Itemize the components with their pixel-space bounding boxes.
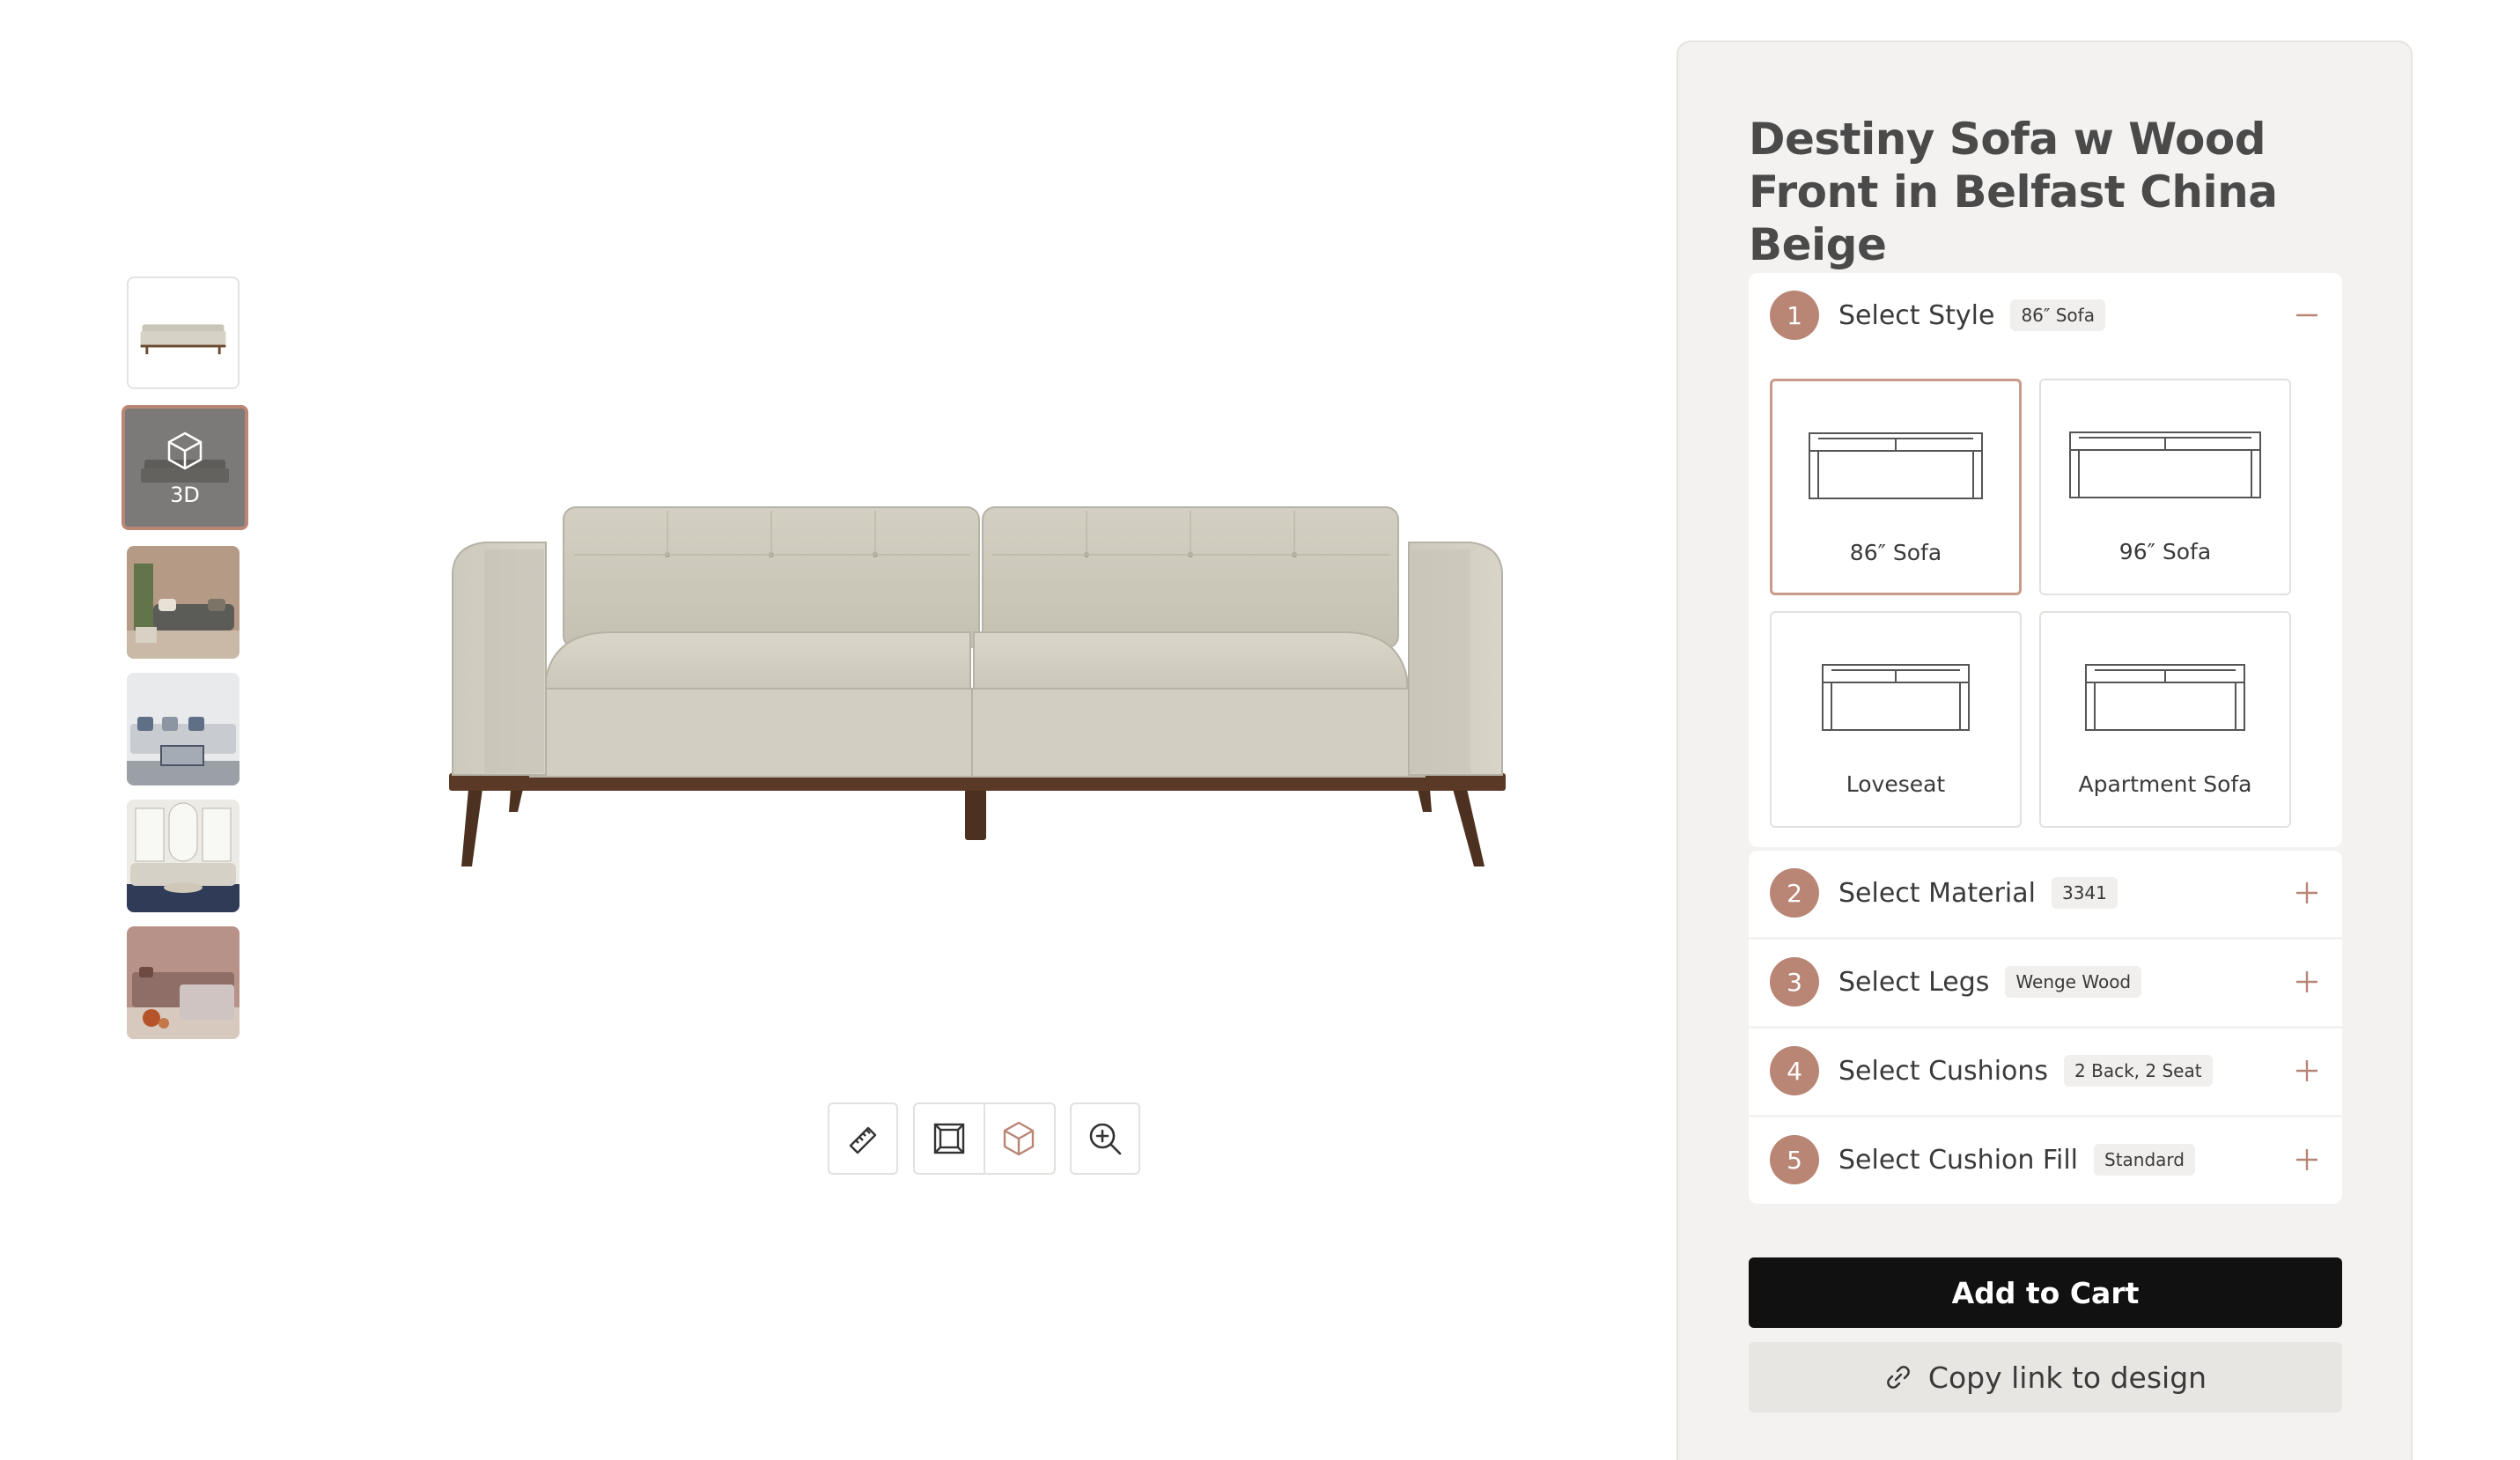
step-number: 1 xyxy=(1770,291,1819,340)
step-number: 2 xyxy=(1770,868,1819,918)
style-options: 86″ Sofa 96″ Sofa Loveseat Apartment Sof… xyxy=(1770,379,2298,828)
step-label: Select Cushions xyxy=(1838,1055,2049,1087)
step-select-material: 2 Select Material 3341 xyxy=(1749,851,2342,937)
view-mode-toggle xyxy=(913,1102,1056,1175)
thumbnail-sofa-3d[interactable]: 3D xyxy=(122,405,248,530)
step-value-chip: Wenge Wood xyxy=(2005,966,2142,998)
product-title: Destiny Sofa w Wood Front in Belfast Chi… xyxy=(1749,114,2278,270)
expand-icon[interactable] xyxy=(2293,1146,2321,1174)
step-header-material[interactable]: 2 Select Material 3341 xyxy=(1749,851,2342,935)
step-select-style: 1 Select Style 86″ Sofa 86″ Sofa 96″ Sof… xyxy=(1749,273,2342,847)
configuration-panel: Destiny Sofa w Wood Front in Belfast Chi… xyxy=(1676,41,2413,1460)
option-label: Loveseat xyxy=(1846,771,1946,797)
sofa-outline-icon xyxy=(2069,431,2261,498)
expand-icon[interactable] xyxy=(2293,968,2321,996)
option-label: 96″ Sofa xyxy=(2118,539,2212,564)
step-value-chip: 86″ Sofa xyxy=(2010,299,2105,331)
frame-view-button[interactable] xyxy=(915,1104,984,1173)
style-option-96-sofa[interactable]: 96″ Sofa xyxy=(2039,379,2291,595)
style-option-apartment-sofa[interactable]: Apartment Sofa xyxy=(2039,611,2291,828)
zoom-button[interactable] xyxy=(1070,1102,1140,1175)
step-label: Select Style xyxy=(1838,299,1995,331)
thumbnail-room-scene-2[interactable] xyxy=(127,673,239,785)
thumbnail-room-scene-4[interactable] xyxy=(127,926,239,1039)
expand-icon[interactable] xyxy=(2293,879,2321,907)
step-header-cushion-fill[interactable]: 5 Select Cushion Fill Standard xyxy=(1749,1117,2342,1202)
expand-icon[interactable] xyxy=(2293,1057,2321,1085)
step-number: 5 xyxy=(1770,1135,1819,1184)
thumbnail-room-scene-1[interactable] xyxy=(127,546,239,659)
thumbnail-sofa-front[interactable] xyxy=(127,277,239,389)
sofa-outline-icon xyxy=(1809,432,1983,499)
step-header-legs[interactable]: 3 Select Legs Wenge Wood xyxy=(1749,940,2342,1024)
add-to-cart-button[interactable]: Add to Cart xyxy=(1749,1257,2342,1328)
collapse-icon[interactable] xyxy=(2293,301,2321,329)
cube-icon xyxy=(1003,1121,1035,1156)
step-value-chip: Standard xyxy=(2094,1144,2196,1176)
option-label: Apartment Sofa xyxy=(2078,771,2252,797)
step-select-legs: 3 Select Legs Wenge Wood xyxy=(1749,940,2342,1026)
zoom-in-icon xyxy=(1089,1123,1122,1155)
option-label: 86″ Sofa xyxy=(1849,540,1942,565)
copy-link-button[interactable]: Copy link to design xyxy=(1749,1342,2342,1412)
step-header-style[interactable]: 1 Select Style 86″ Sofa xyxy=(1749,273,2342,358)
style-option-loveseat[interactable]: Loveseat xyxy=(1770,611,2022,828)
step-select-cushion-fill: 5 Select Cushion Fill Standard xyxy=(1749,1117,2342,1204)
apartment-sofa-outline-icon xyxy=(2085,664,2245,731)
measure-button[interactable] xyxy=(828,1102,898,1175)
product-configurator-page: 3D Destiny Sofa w Wood Front in Belfast … xyxy=(0,0,2520,1460)
3d-view-button[interactable] xyxy=(984,1104,1052,1173)
thumbnail-3d-label: 3D xyxy=(170,483,200,507)
step-value-chip: 3341 xyxy=(2051,877,2118,909)
product-viewer[interactable] xyxy=(431,458,1523,881)
link-icon xyxy=(1887,1366,1910,1389)
loveseat-outline-icon xyxy=(1822,664,1970,731)
step-label: Select Material xyxy=(1838,877,2036,909)
step-label: Select Legs xyxy=(1838,966,1990,998)
ruler-icon xyxy=(849,1126,877,1154)
step-select-cushions: 4 Select Cushions 2 Back, 2 Seat xyxy=(1749,1029,2342,1115)
step-value-chip: 2 Back, 2 Seat xyxy=(2064,1055,2213,1087)
style-option-86-sofa[interactable]: 86″ Sofa xyxy=(1770,379,2022,595)
step-number: 4 xyxy=(1770,1046,1819,1095)
thumbnail-room-scene-3[interactable] xyxy=(127,800,239,912)
step-label: Select Cushion Fill xyxy=(1838,1144,2079,1176)
step-number: 3 xyxy=(1770,957,1819,1007)
frame-icon xyxy=(933,1123,965,1154)
copy-link-label: Copy link to design xyxy=(1927,1360,2207,1395)
sofa-image xyxy=(449,506,1506,866)
step-header-cushions[interactable]: 4 Select Cushions 2 Back, 2 Seat xyxy=(1749,1029,2342,1113)
